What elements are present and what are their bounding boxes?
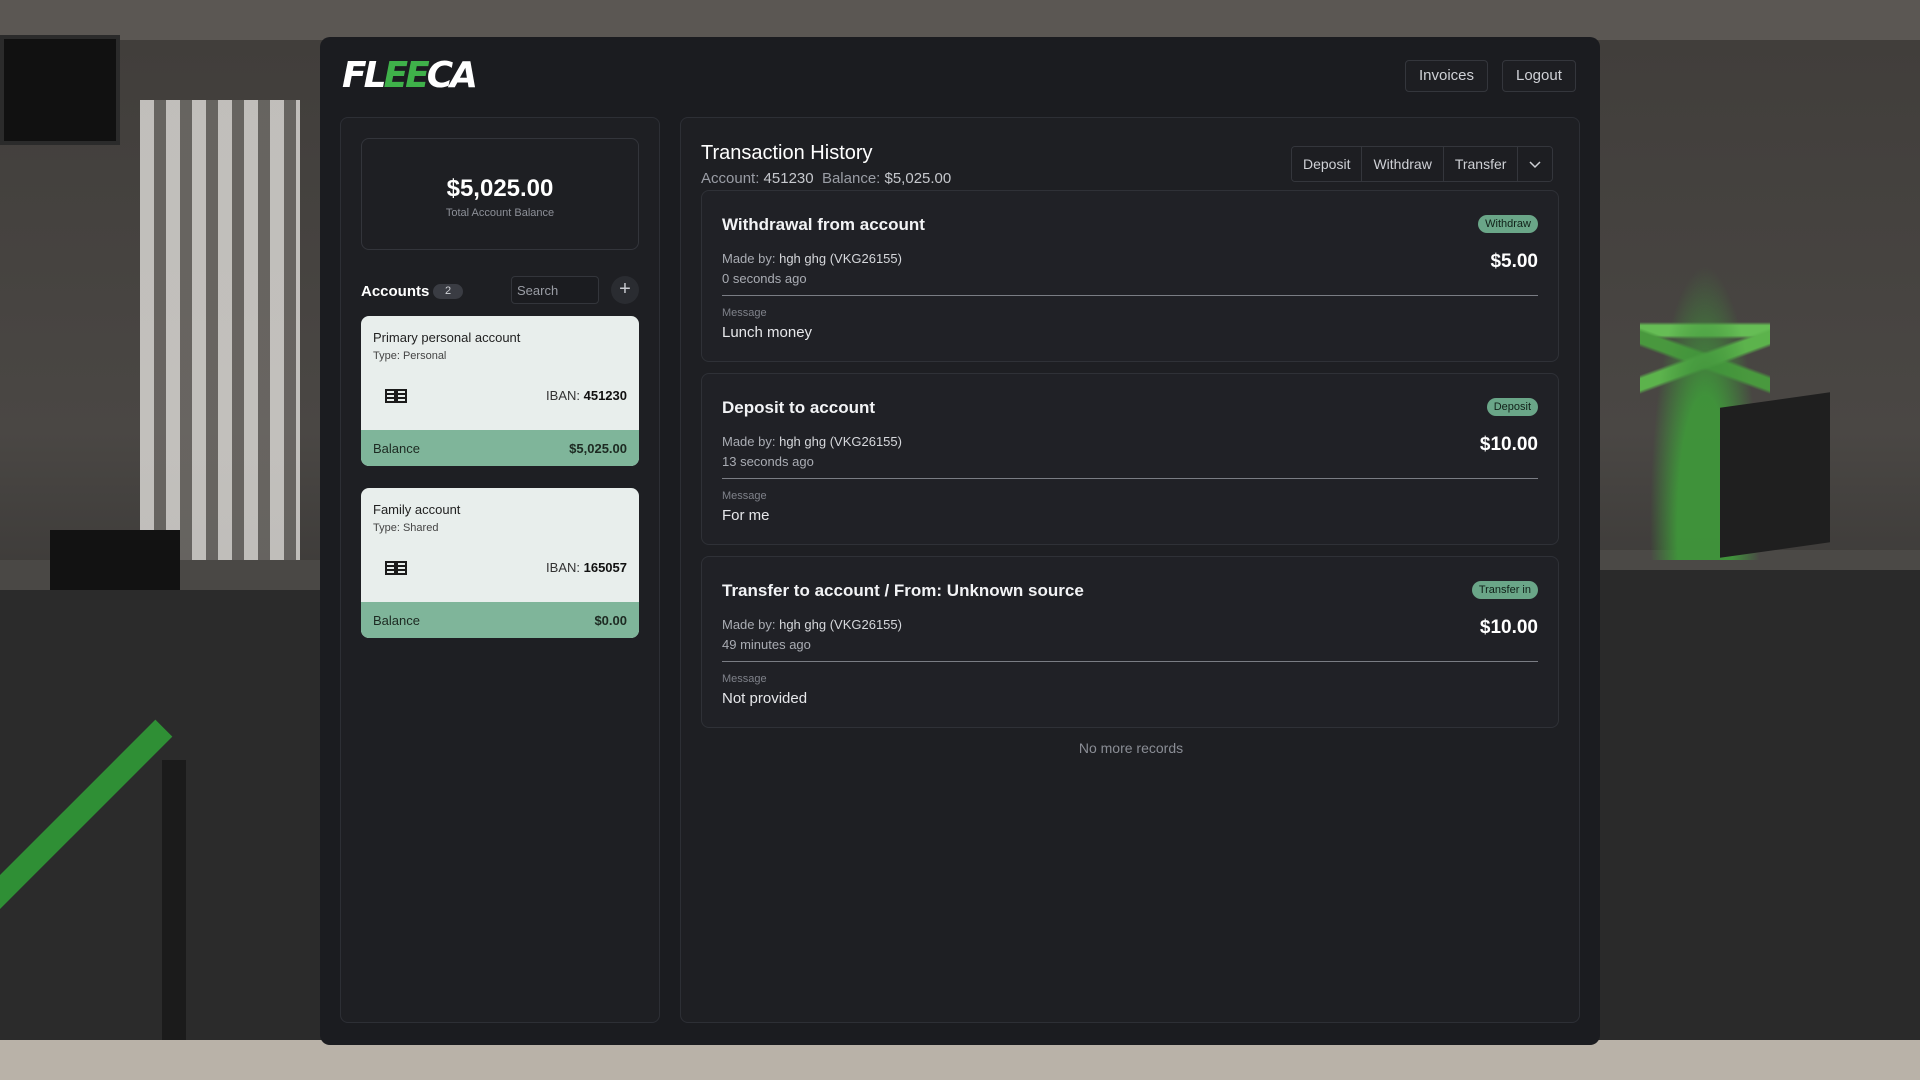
account-balance-value: $0.00 <box>594 613 627 628</box>
accounts-title: Accounts <box>361 283 430 300</box>
made-by-value: hgh ghg (VKG26155) <box>779 434 902 449</box>
transaction-divider <box>722 295 1538 296</box>
accounts-count-badge: 2 <box>433 284 463 299</box>
made-by-value: hgh ghg (VKG26155) <box>779 617 902 632</box>
transaction-title: Deposit to account <box>722 398 876 417</box>
made-by-label: Made by: <box>722 617 780 632</box>
balance-value: $5,025.00 <box>884 170 952 187</box>
transaction-type-badge: Withdraw <box>1478 215 1538 233</box>
transaction-divider <box>722 478 1538 479</box>
account-iban: IBAN: 451230 <box>546 388 627 403</box>
transaction-card: Transfer to account / From: Unknown sour… <box>701 556 1559 728</box>
balance-label: Balance: <box>821 170 885 187</box>
accounts-header: Accounts 2 + <box>361 276 641 306</box>
iban-label: IBAN: <box>546 560 584 575</box>
transaction-made-by: Made by: hgh ghg (VKG26155) <box>722 434 902 449</box>
transaction-message-label: Message <box>722 490 767 502</box>
background-rope-post <box>162 760 186 1080</box>
logo-part-2: EE <box>383 55 430 96</box>
transaction-actions: Deposit Withdraw Transfer <box>1291 146 1554 182</box>
account-balance-bar: Balance $5,025.00 <box>361 430 639 466</box>
made-by-label: Made by: <box>722 251 780 266</box>
fleeca-logo: FLEECA <box>342 55 478 96</box>
plus-icon: + <box>619 278 631 300</box>
iban-value: 451230 <box>583 388 627 403</box>
transaction-made-by: Made by: hgh ghg (VKG26155) <box>722 617 902 632</box>
transaction-amount: $10.00 <box>1479 434 1538 455</box>
iban-label: IBAN: <box>546 388 584 403</box>
card-chip-icon <box>385 389 407 403</box>
transaction-history-subtitle: Account: 451230 Balance: $5,025.00 <box>701 170 951 187</box>
account-name: Family account <box>373 502 461 517</box>
transaction-amount: $5.00 <box>1490 251 1538 272</box>
transaction-title: Transfer to account / From: Unknown sour… <box>722 581 1084 600</box>
invoices-button[interactable]: Invoices <box>1405 60 1489 92</box>
account-type: Type: Personal <box>373 350 447 362</box>
background-right-desk <box>1600 570 1920 1080</box>
transaction-time: 13 seconds ago <box>722 454 814 469</box>
transaction-title: Withdrawal from account <box>722 215 925 234</box>
chevron-down-icon <box>1529 161 1541 169</box>
transaction-amount: $10.00 <box>1479 617 1538 638</box>
more-actions-dropdown[interactable] <box>1518 147 1553 181</box>
account-balance-bar: Balance $0.00 <box>361 602 639 638</box>
transaction-made-by: Made by: hgh ghg (VKG26155) <box>722 251 902 266</box>
account-number: 451230 <box>763 170 814 187</box>
account-card-primary[interactable]: Primary personal account Type: Personal … <box>361 316 639 466</box>
background-ceiling <box>0 0 1920 40</box>
made-by-label: Made by: <box>722 434 780 449</box>
transaction-card: Deposit to account Deposit Made by: hgh … <box>701 373 1559 545</box>
made-by-value: hgh ghg (VKG26155) <box>779 251 902 266</box>
card-chip-icon <box>385 561 407 575</box>
background-wall-sign <box>0 35 120 145</box>
logo-part-1: FL <box>342 55 386 96</box>
accounts-panel: $5,025.00 Total Account Balance Accounts… <box>340 117 660 1023</box>
account-name: Primary personal account <box>373 330 521 345</box>
logo-part-3: CA <box>426 55 478 96</box>
transaction-history-panel: Transaction History Account: 451230 Bala… <box>680 117 1580 1023</box>
transaction-time: 49 minutes ago <box>722 637 811 652</box>
transfer-button[interactable]: Transfer <box>1443 147 1519 181</box>
background-monitor <box>1720 392 1830 558</box>
accounts-search-input[interactable] <box>511 276 599 304</box>
transaction-message-label: Message <box>722 673 767 685</box>
background-floor <box>0 1040 1920 1080</box>
transaction-history-title: Transaction History <box>701 142 873 164</box>
transaction-type-badge: Transfer in <box>1471 581 1538 599</box>
transaction-message: Not provided <box>722 690 808 707</box>
transaction-message: Lunch money <box>722 324 813 341</box>
transaction-message: For me <box>722 507 770 524</box>
transaction-type-badge: Deposit <box>1486 398 1538 416</box>
account-balance-value: $5,025.00 <box>569 441 627 456</box>
account-balance-label: Balance <box>373 613 420 628</box>
total-balance-label: Total Account Balance <box>445 207 555 219</box>
account-label: Account: <box>701 170 764 187</box>
transaction-time: 0 seconds ago <box>722 271 807 286</box>
withdraw-button[interactable]: Withdraw <box>1362 147 1444 181</box>
transaction-card: Withdrawal from account Withdraw Made by… <box>701 190 1559 362</box>
background-desk-sign <box>50 530 180 590</box>
bank-app-window: FLEECA Invoices Logout $5,025.00 Total A… <box>320 37 1600 1045</box>
no-more-records-text: No more records <box>1078 740 1184 756</box>
total-balance-card: $5,025.00 Total Account Balance <box>361 138 639 250</box>
account-iban: IBAN: 165057 <box>546 560 627 575</box>
iban-value: 165057 <box>583 560 627 575</box>
transaction-message-label: Message <box>722 307 767 319</box>
total-balance-amount: $5,025.00 <box>446 175 554 202</box>
add-account-button[interactable]: + <box>611 276 639 304</box>
account-balance-label: Balance <box>373 441 420 456</box>
account-card-family[interactable]: Family account Type: Shared IBAN: 165057… <box>361 488 639 638</box>
transaction-divider <box>722 661 1538 662</box>
account-type: Type: Shared <box>373 522 439 534</box>
logout-button[interactable]: Logout <box>1502 60 1576 92</box>
deposit-button[interactable]: Deposit <box>1292 147 1363 181</box>
